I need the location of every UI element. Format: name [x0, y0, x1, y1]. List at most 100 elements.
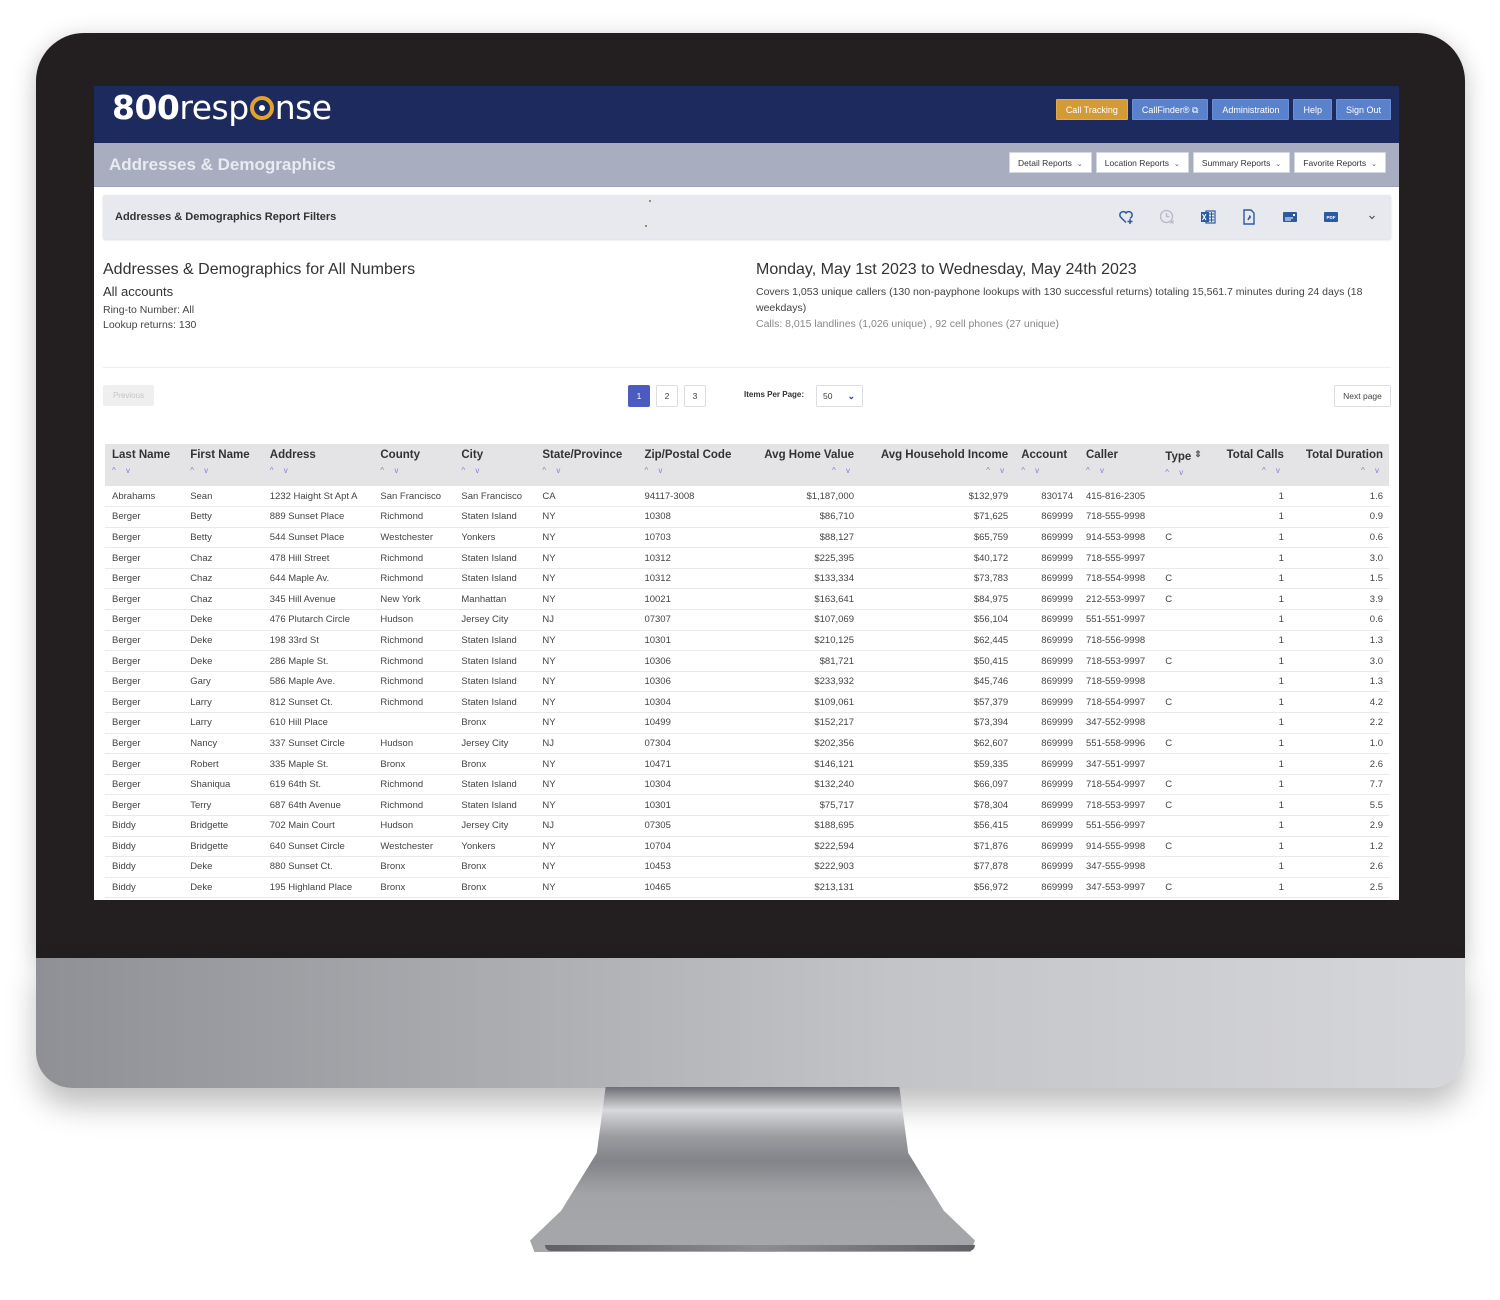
column-header-account[interactable]: Account ^ v — [1014, 444, 1079, 486]
sort-arrows-icon[interactable]: ^ v — [754, 466, 854, 475]
table-row[interactable]: Biddy Deke 195 Highland Place Bronx Bronx NY 1… — [105, 877, 1389, 899]
clock-x-icon[interactable] — [1157, 207, 1176, 226]
column-header-last-name[interactable]: Last Name ^ v — [105, 444, 184, 486]
column-header-state-province[interactable]: State/Province ^ v — [535, 444, 638, 486]
cell-zip-postal-code: 10301 — [637, 630, 748, 652]
page-numbers: 1 2 3 — [628, 385, 706, 407]
column-header-zip-postal-code[interactable]: Zip/Postal Code ^ v — [637, 444, 748, 486]
cell-total-calls: 1 — [1212, 815, 1290, 837]
csv-export-icon[interactable] — [1239, 207, 1258, 226]
table-row[interactable]: Berger Deke 476 Plutarch Circle Hudson Jerse… — [105, 609, 1389, 631]
cell-caller: 718-553-9997 — [1079, 650, 1159, 672]
nav-sign-out[interactable]: Sign Out — [1335, 99, 1391, 120]
svg-text:PDF: PDF — [1326, 215, 1335, 220]
table-row[interactable]: Berger Chaz 644 Maple Av. Richmond Staten Is… — [105, 568, 1389, 590]
chevron-down-icon[interactable] — [1362, 207, 1381, 226]
column-label: Zip/Postal Code — [644, 449, 732, 461]
sort-arrows-icon[interactable]: ^ v — [1086, 466, 1152, 475]
cell-first-name: Nancy — [183, 733, 263, 755]
pdf-export-icon[interactable]: PDF — [1321, 207, 1340, 226]
page-2-button[interactable]: 2 — [656, 385, 678, 407]
cell-last-name: Berger — [105, 774, 184, 796]
table-row[interactable]: Berger Nancy 337 Sunset Circle Hudson Jersey… — [105, 733, 1389, 755]
table-row[interactable]: Berger Betty 544 Sunset Place Westchester Yo… — [105, 527, 1389, 549]
location-reports-dropdown[interactable]: Location Reports ⌄ — [1095, 152, 1189, 173]
nav-administration[interactable]: Administration — [1212, 99, 1290, 120]
table-row[interactable]: Berger Betty 889 Sunset Place Richmond State… — [105, 506, 1389, 528]
table-row[interactable]: Berger Gary 586 Maple Ave. Richmond Staten I… — [105, 671, 1389, 693]
cell-account: 869999 — [1014, 794, 1079, 816]
cell-state-province: NY — [535, 671, 638, 693]
cell-city: Bronx — [454, 856, 536, 878]
heart-plus-icon[interactable] — [1116, 207, 1135, 226]
sort-arrows-icon[interactable]: ^ v — [270, 466, 368, 475]
sort-arrows-icon[interactable]: ^ v — [461, 466, 529, 475]
table-row[interactable]: Berger Chaz 478 Hill Street Richmond Staten … — [105, 547, 1389, 569]
column-header-type[interactable]: Type ⇕ ^ v — [1158, 444, 1213, 486]
table-row[interactable]: Berger Larry 610 Hill Place Bronx NY 10499 $15… — [105, 712, 1389, 734]
report-filters-panel[interactable]: Addresses & Demographics Report Filters … — [103, 195, 1391, 239]
table-row[interactable]: Berger Shaniqua 619 64th St. Richmond Staten… — [105, 774, 1389, 796]
sort-toggle-icon[interactable]: ⇕ — [1194, 449, 1202, 459]
column-header-total-calls[interactable]: Total Calls ^ v — [1212, 444, 1290, 486]
column-header-avg-home-value[interactable]: Avg Home Value ^ v — [747, 444, 860, 486]
table-row[interactable]: Biddy Deke 880 Sunset Ct. Bronx Bronx NY 10453… — [105, 856, 1389, 878]
summary-reports-dropdown[interactable]: Summary Reports ⌄ — [1192, 152, 1291, 173]
table-row[interactable]: Berger Larry 812 Sunset Ct. Richmond Staten … — [105, 691, 1389, 714]
cell-county: Bronx — [373, 877, 455, 899]
sort-arrows-icon[interactable]: ^ v — [190, 466, 257, 475]
cell-address: 610 Hill Place — [262, 712, 374, 734]
page-3-button[interactable]: 3 — [684, 385, 706, 407]
previous-button[interactable]: Previous — [103, 385, 154, 406]
sort-arrows-icon[interactable]: ^ v — [1297, 466, 1383, 475]
column-header-address[interactable]: Address ^ v — [262, 444, 374, 486]
items-per-page-select[interactable]: 50 ⌄ — [816, 385, 863, 407]
favorite-reports-dropdown[interactable]: Favorite Reports ⌄ — [1294, 152, 1386, 173]
column-header-avg-household-income[interactable]: Avg Household Income ^ v — [859, 444, 1015, 486]
column-header-county[interactable]: County ^ v — [373, 444, 455, 486]
sort-arrows-icon[interactable]: ^ v — [1021, 466, 1073, 475]
cell-total-duration: 0.9 — [1289, 506, 1389, 528]
cell-caller: 551-558-9996 — [1079, 733, 1159, 755]
cell-avg-household-income: $50,415 — [859, 650, 1015, 672]
logo[interactable]: 800resp nse — [112, 88, 332, 127]
sort-arrows-icon[interactable]: ^ v — [1220, 466, 1284, 475]
table-row[interactable]: Berger Terry 687 64th Avenue Richmond Staten… — [105, 794, 1389, 816]
table-row[interactable]: Berger Deke 198 33rd St Richmond Staten Isla… — [105, 630, 1389, 652]
column-header-city[interactable]: City ^ v — [454, 444, 536, 486]
cell-total-calls: 1 — [1212, 671, 1290, 693]
nav-callfinder[interactable]: CallFinder® ⧉ — [1131, 99, 1209, 120]
sort-arrows-icon[interactable]: ^ v — [380, 466, 448, 475]
cell-city: Staten Island — [454, 630, 536, 652]
sort-arrows-icon[interactable]: ^ v — [644, 466, 741, 475]
table-row[interactable]: Berger Robert 335 Maple St. Bronx Bronx NY 104… — [105, 753, 1389, 775]
sort-arrows-icon[interactable]: ^ v — [542, 466, 631, 475]
cell-account: 869999 — [1014, 527, 1079, 549]
table-row[interactable]: Abrahams Sean 1232 Haight St Apt A San Fran… — [105, 486, 1389, 508]
table-header-row: Last Name ^ v First Name ^ v Address ^ v Count… — [105, 444, 1389, 486]
next-page-button[interactable]: Next page — [1334, 385, 1391, 407]
column-label: Total Calls — [1226, 449, 1284, 461]
column-header-first-name[interactable]: First Name ^ v — [183, 444, 263, 486]
cell-state-province: NJ — [535, 815, 638, 837]
nav-call-tracking[interactable]: Call Tracking — [1055, 99, 1128, 120]
table-row[interactable]: Berger Deke 286 Maple St. Richmond Staten Is… — [105, 650, 1389, 672]
cell-caller: 718-554-9997 — [1079, 691, 1159, 714]
column-header-caller[interactable]: Caller ^ v — [1079, 444, 1159, 486]
cell-county: Westchester — [373, 836, 455, 858]
table-row[interactable]: Berger Chaz 345 Hill Avenue New York Manhatt… — [105, 588, 1389, 611]
email-report-icon[interactable] — [1280, 207, 1299, 226]
table-row[interactable]: Biddy Bridgette 702 Main Court Hudson Jersey… — [105, 815, 1389, 837]
page-1-button[interactable]: 1 — [628, 385, 650, 407]
sort-arrows-icon[interactable]: ^ v — [867, 466, 1008, 475]
excel-export-icon[interactable] — [1198, 207, 1217, 226]
cell-total-calls: 1 — [1212, 588, 1290, 611]
sort-arrows-icon[interactable]: ^ v — [112, 466, 177, 475]
nav-help[interactable]: Help — [1293, 99, 1332, 120]
column-header-total-duration[interactable]: Total Duration ^ v — [1289, 444, 1389, 486]
cell-type: C — [1158, 733, 1213, 755]
table-row[interactable]: Biddy Bridgette 640 Sunset Circle Westchest… — [105, 836, 1389, 858]
sort-arrows-icon[interactable]: ^ v — [1165, 468, 1206, 477]
cell-avg-home-value: $132,240 — [747, 774, 860, 796]
detail-reports-dropdown[interactable]: Detail Reports ⌄ — [1009, 152, 1092, 173]
